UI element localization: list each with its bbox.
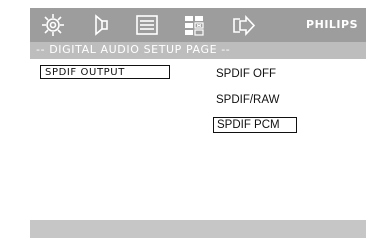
option-spdif-raw[interactable]: SPDIF/RAW xyxy=(216,93,279,109)
brand-logo: PHILIPS xyxy=(306,18,358,31)
exit-icon[interactable] xyxy=(230,12,256,38)
page-title: -- DIGITAL AUDIO SETUP PAGE -- xyxy=(36,43,231,56)
speaker-setup-icon[interactable] xyxy=(88,12,114,38)
general-setup-icon[interactable] xyxy=(40,12,66,38)
setup-screen: PHILIPS -- DIGITAL AUDIO SETUP PAGE -- S… xyxy=(30,8,366,238)
toolbar: PHILIPS xyxy=(30,8,366,42)
bottom-bar xyxy=(30,220,366,238)
preferences-icon[interactable] xyxy=(182,12,208,38)
option-spdif-pcm[interactable]: SPDIF PCM xyxy=(213,117,297,133)
video-setup-icon[interactable] xyxy=(134,12,160,38)
option-spdif-off[interactable]: SPDIF OFF xyxy=(216,67,276,83)
menu-content: SPDIF OUTPUT SPDIF OFF SPDIF/RAW SPDIF P… xyxy=(30,59,366,220)
menu-item-label: SPDIF OUTPUT xyxy=(45,67,125,78)
menu-item-spdif-output[interactable]: SPDIF OUTPUT xyxy=(40,65,170,79)
page-title-bar: -- DIGITAL AUDIO SETUP PAGE -- xyxy=(30,42,366,59)
